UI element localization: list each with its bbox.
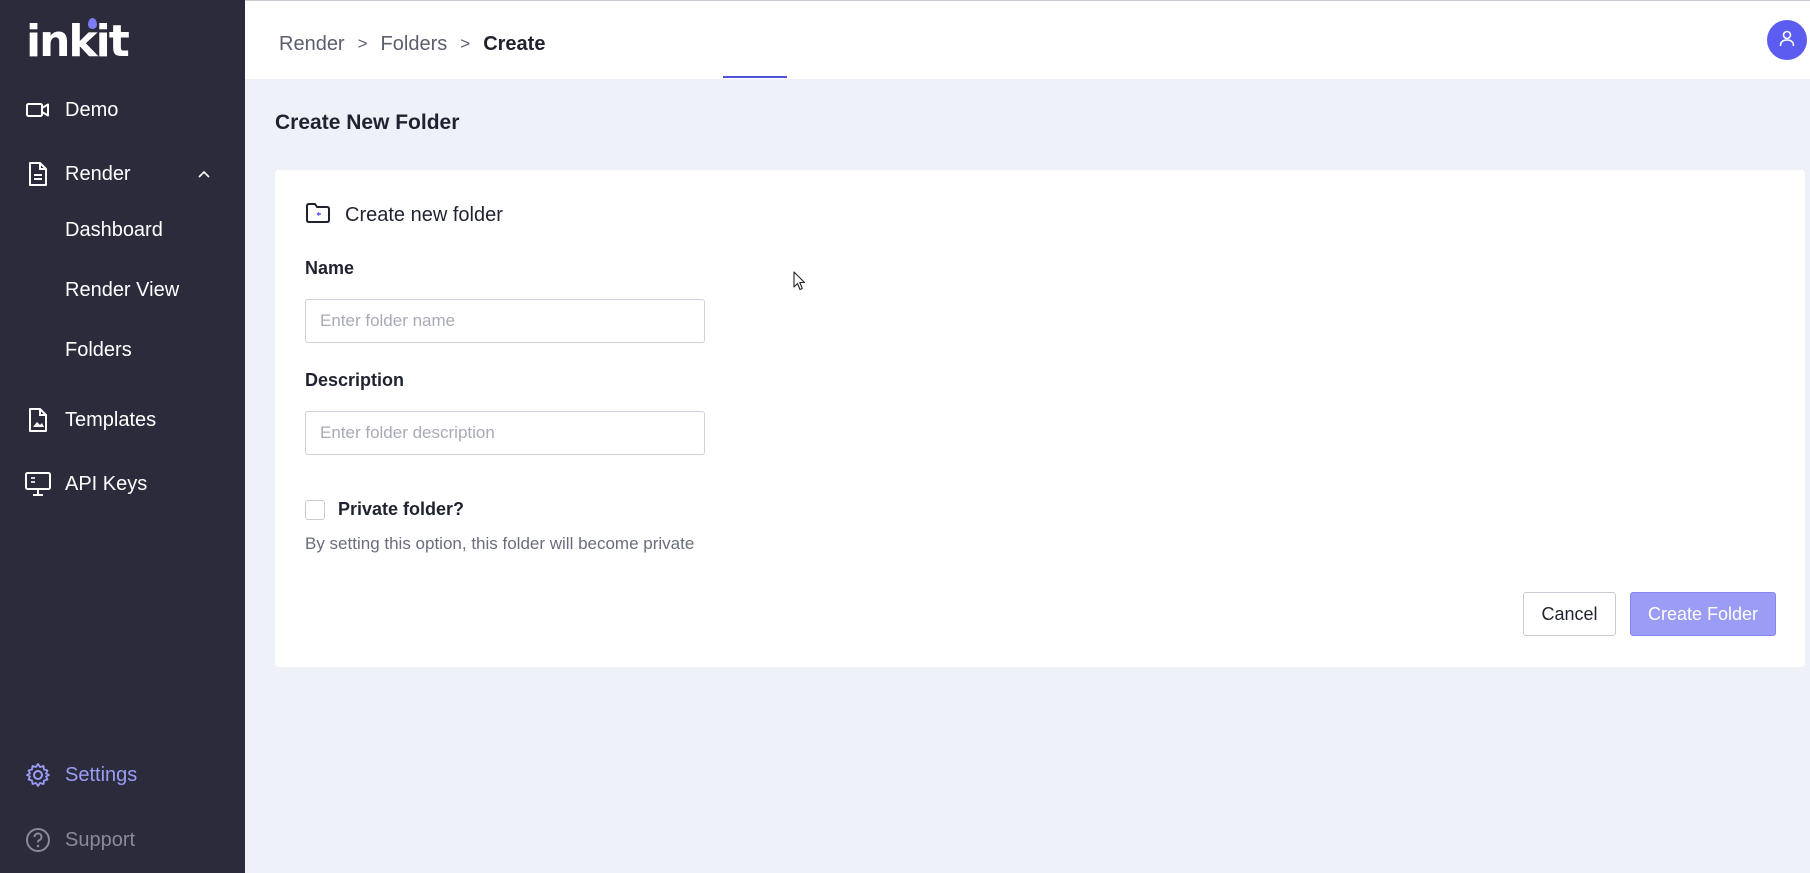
card-title: Create new folder: [345, 204, 503, 226]
gear-icon: [24, 761, 52, 789]
description-label: Description: [305, 370, 405, 390]
sidebar-item-support[interactable]: Support: [0, 818, 245, 862]
sidebar-item-label: Render: [65, 162, 131, 185]
help-circle-icon: [24, 826, 52, 854]
sidebar-item-render[interactable]: Render: [0, 152, 245, 196]
logo-text: inkit: [26, 16, 130, 67]
page-title: Create New Folder: [275, 111, 460, 134]
folder-name-input[interactable]: [305, 299, 705, 343]
sidebar-item-label: Render View: [65, 278, 180, 301]
sidebar-item-label: Folders: [65, 338, 132, 361]
top-bar: Render > Folders > Create: [245, 0, 1810, 79]
sidebar-item-api-keys[interactable]: API Keys: [0, 462, 245, 506]
sidebar-item-label: Demo: [65, 98, 119, 121]
sidebar-item-settings[interactable]: Settings: [0, 753, 245, 797]
cancel-button[interactable]: Cancel: [1523, 592, 1616, 636]
sidebar-item-label: Templates: [65, 408, 157, 431]
card-header: Create new folder: [305, 202, 503, 229]
private-folder-checkbox[interactable]: [305, 500, 325, 520]
document-icon: [24, 160, 52, 188]
create-folder-card: Create new folder Name Description Priva…: [275, 170, 1805, 667]
sidebar-subitem-folders[interactable]: Folders: [0, 330, 245, 370]
sidebar-item-label: Dashboard: [65, 218, 163, 241]
folder-description-input[interactable]: [305, 411, 705, 455]
inkit-logo[interactable]: inkit: [26, 16, 130, 67]
logo-drop-icon: [88, 18, 97, 29]
sidebar: inkit Demo Render Dashboard Render View …: [0, 0, 245, 873]
create-folder-button[interactable]: Create Folder: [1630, 592, 1776, 636]
monitor-icon: [24, 470, 52, 498]
name-label: Name: [305, 258, 355, 278]
sidebar-item-label: API Keys: [65, 472, 148, 495]
mouse-cursor-icon: [793, 271, 807, 296]
breadcrumb-folders[interactable]: Folders: [381, 33, 448, 56]
sidebar-item-demo[interactable]: Demo: [0, 88, 245, 132]
sidebar-item-templates[interactable]: Templates: [0, 398, 245, 442]
image-file-icon: [24, 406, 52, 434]
private-folder-label[interactable]: Private folder?: [338, 499, 464, 520]
sidebar-subitem-render-view[interactable]: Render View: [0, 270, 245, 310]
chevron-up-icon[interactable]: [197, 167, 211, 181]
video-camera-icon: [24, 96, 52, 124]
sidebar-subitem-dashboard[interactable]: Dashboard: [0, 210, 245, 250]
breadcrumb-render[interactable]: Render: [279, 33, 345, 56]
sidebar-item-label: Support: [65, 828, 136, 851]
breadcrumb-separator: >: [460, 34, 471, 53]
active-breadcrumb-indicator: [723, 76, 787, 78]
user-icon: [1778, 29, 1796, 52]
breadcrumb-separator: >: [357, 34, 368, 53]
breadcrumb-create: Create: [483, 32, 546, 55]
user-avatar[interactable]: [1767, 20, 1807, 60]
private-folder-helper-text: By setting this option, this folder will…: [305, 534, 695, 553]
breadcrumb: Render > Folders > Create: [279, 29, 545, 59]
sidebar-item-label: Settings: [65, 763, 138, 786]
folder-icon: [305, 202, 331, 229]
